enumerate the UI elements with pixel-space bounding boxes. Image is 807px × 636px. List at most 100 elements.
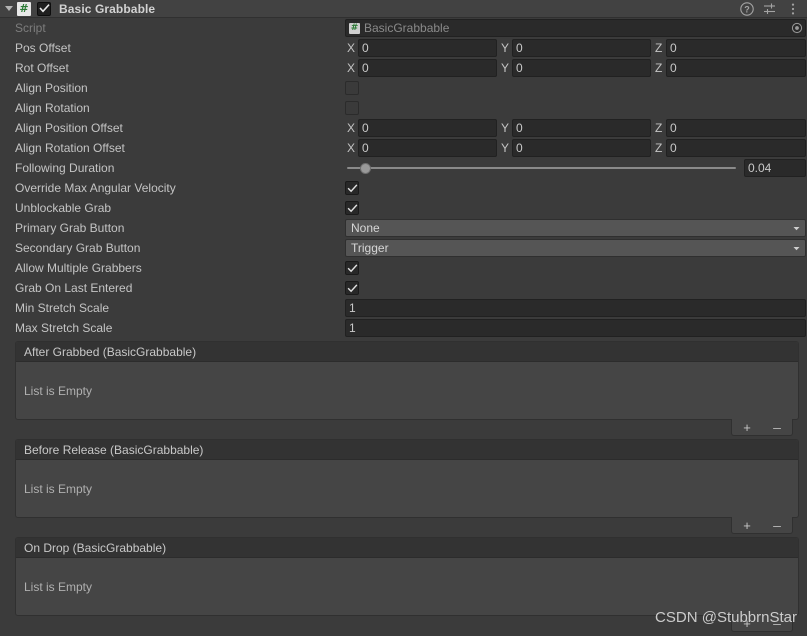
row-primary-grab-button: Primary Grab Button None (0, 218, 807, 238)
rot-offset-y-input[interactable]: 0 (512, 59, 651, 77)
more-menu-icon[interactable] (786, 2, 800, 16)
rot-offset-y-axis-label: Y (501, 61, 510, 75)
row-pos-offset: Pos Offset X 0 Y 0 Z 0 (0, 38, 807, 58)
check-icon (38, 4, 50, 13)
row-align-rotation: Align Rotation (0, 98, 807, 118)
allow-multiple-grabbers-label: Allow Multiple Grabbers (15, 261, 142, 275)
align-position-offset-y-input[interactable]: 0 (512, 119, 651, 137)
rot-offset-z-input[interactable]: 0 (666, 59, 806, 77)
align-rotation-checkbox[interactable] (345, 101, 359, 115)
row-script: Script # BasicGrabbable (0, 18, 807, 38)
rot-offset-x-input[interactable]: 0 (358, 59, 497, 77)
row-grab-on-last-entered: Grab On Last Entered (0, 278, 807, 298)
align-rotation-offset-y-axis-label: Y (501, 141, 510, 155)
align-rotation-offset-z-input[interactable]: 0 (666, 139, 806, 157)
component-header[interactable]: # Basic Grabbable ? (0, 0, 807, 18)
align-rotation-offset-y-input[interactable]: 0 (512, 139, 651, 157)
align-rotation-offset-z-axis-label: Z (655, 141, 663, 155)
align-position-offset-x-axis-label: X (347, 121, 356, 135)
row-override-max-angular-velocity: Override Max Angular Velocity (0, 178, 807, 198)
secondary-grab-button-dropdown[interactable]: Trigger (345, 239, 806, 257)
check-icon (347, 203, 357, 212)
pos-offset-label: Pos Offset (15, 41, 71, 55)
event-list-title: After Grabbed (BasicGrabbable) (16, 342, 798, 362)
override-max-angular-velocity-checkbox[interactable] (345, 181, 359, 195)
help-icon[interactable]: ? (740, 1, 754, 16)
align-rotation-offset-vector3: X 0 Y 0 Z 0 (345, 139, 807, 157)
primary-grab-button-label: Primary Grab Button (15, 221, 125, 235)
row-align-position-offset: Align Position Offset X 0 Y 0 Z 0 (0, 118, 807, 138)
event-list-on-drop: On Drop (BasicGrabbable) List is Empty +… (15, 537, 799, 632)
align-rotation-offset-x-input[interactable]: 0 (358, 139, 497, 157)
row-rot-offset: Rot Offset X 0 Y 0 Z 0 (0, 58, 807, 78)
pos-offset-x-input[interactable]: 0 (358, 39, 497, 57)
pos-offset-z-axis-label: Z (655, 41, 663, 55)
event-list-empty-text: List is Empty (24, 383, 93, 398)
csharp-script-icon-glyph: # (19, 2, 29, 15)
event-list-title: On Drop (BasicGrabbable) (16, 538, 798, 558)
event-list-title: Before Release (BasicGrabbable) (16, 440, 798, 460)
slider-handle[interactable] (359, 162, 371, 174)
row-following-duration: Following Duration 0.04 (0, 158, 807, 178)
svg-text:?: ? (744, 4, 750, 14)
chevron-down-icon (791, 223, 802, 234)
allow-multiple-grabbers-checkbox[interactable] (345, 261, 359, 275)
event-list-footer: + – (15, 615, 799, 632)
row-min-stretch-scale: Min Stretch Scale 1 (0, 298, 807, 318)
check-icon (347, 183, 357, 192)
add-event-button[interactable]: + (736, 518, 758, 533)
max-stretch-scale-label: Max Stretch Scale (15, 321, 113, 335)
row-align-position: Align Position (0, 78, 807, 98)
event-box: On Drop (BasicGrabbable) List is Empty (15, 537, 799, 616)
align-position-offset-x-input[interactable]: 0 (358, 119, 497, 137)
pos-offset-z-input[interactable]: 0 (666, 39, 806, 57)
align-rotation-label: Align Rotation (15, 101, 90, 115)
csharp-script-icon: # (17, 1, 31, 16)
align-position-offset-z-input[interactable]: 0 (666, 119, 806, 137)
script-asset-icon: # (349, 22, 360, 34)
min-stretch-scale-input[interactable]: 1 (345, 299, 806, 317)
primary-grab-button-dropdown[interactable]: None (345, 219, 806, 237)
check-icon (347, 283, 357, 292)
header-actions: ? (740, 1, 803, 16)
remove-event-button[interactable]: – (766, 616, 788, 631)
following-duration-slider[interactable] (345, 159, 738, 177)
align-rotation-offset-x-axis-label: X (347, 141, 356, 155)
unblockable-grab-label: Unblockable Grab (15, 201, 112, 215)
script-object-value: BasicGrabbable (364, 21, 450, 35)
align-rotation-offset-label: Align Rotation Offset (15, 141, 125, 155)
secondary-grab-button-value: Trigger (351, 241, 389, 255)
align-position-label: Align Position (15, 81, 88, 95)
rot-offset-z-axis-label: Z (655, 61, 663, 75)
preset-icon[interactable] (763, 2, 777, 16)
align-position-offset-z-axis-label: Z (655, 121, 663, 135)
remove-event-button[interactable]: – (766, 518, 788, 533)
following-duration-input[interactable]: 0.04 (744, 159, 806, 177)
object-picker-icon[interactable] (790, 22, 803, 35)
rot-offset-vector3: X 0 Y 0 Z 0 (345, 59, 807, 77)
remove-event-button[interactable]: – (766, 420, 788, 435)
unblockable-grab-checkbox[interactable] (345, 201, 359, 215)
add-event-button[interactable]: + (736, 420, 758, 435)
event-list-before-release: Before Release (BasicGrabbable) List is … (15, 439, 799, 534)
align-position-checkbox[interactable] (345, 81, 359, 95)
grab-on-last-entered-checkbox[interactable] (345, 281, 359, 295)
script-label: Script (15, 21, 46, 35)
align-position-offset-y-axis-label: Y (501, 121, 510, 135)
foldout-arrow-icon[interactable] (2, 2, 15, 15)
grab-on-last-entered-label: Grab On Last Entered (15, 281, 133, 295)
chevron-down-icon (791, 243, 802, 254)
add-event-button[interactable]: + (736, 616, 758, 631)
align-position-offset-label: Align Position Offset (15, 121, 123, 135)
primary-grab-button-value: None (351, 221, 380, 235)
event-list-empty-text: List is Empty (24, 481, 93, 496)
pos-offset-y-input[interactable]: 0 (512, 39, 651, 57)
event-box: Before Release (BasicGrabbable) List is … (15, 439, 799, 518)
max-stretch-scale-input[interactable]: 1 (345, 319, 806, 337)
script-object-field[interactable]: # BasicGrabbable (345, 19, 806, 37)
following-duration-label: Following Duration (15, 161, 115, 175)
event-list-footer: + – (15, 517, 799, 534)
component-enabled-checkbox[interactable] (37, 1, 51, 16)
rot-offset-x-axis-label: X (347, 61, 356, 75)
check-icon (347, 263, 357, 272)
